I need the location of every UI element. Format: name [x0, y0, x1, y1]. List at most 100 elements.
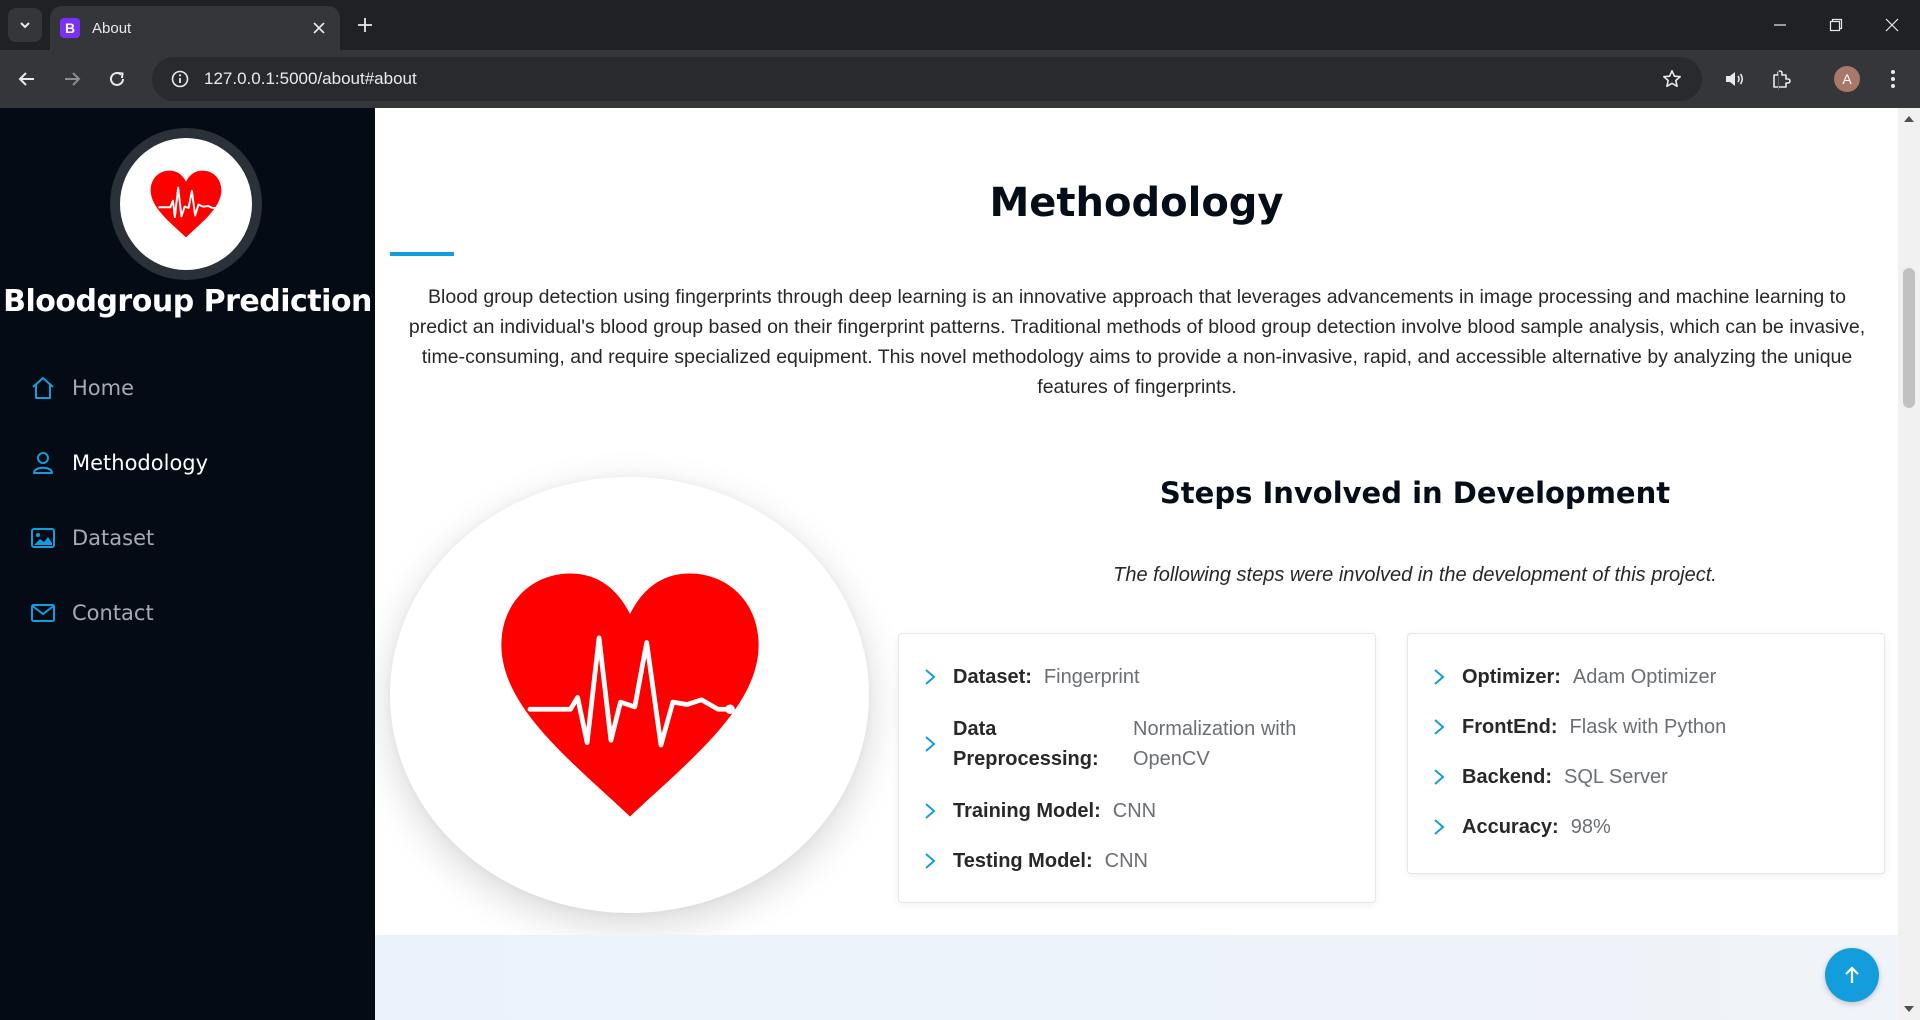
steps-card-left: Dataset: Fingerprint Data Preprocessing:…	[898, 633, 1376, 903]
close-icon	[313, 22, 325, 34]
item-key: Accuracy:	[1462, 816, 1559, 838]
tab-search-button[interactable]	[8, 8, 42, 42]
sidebar: Bloodgroup Prediction Home Methodology D…	[0, 108, 375, 1020]
chevron-down-icon	[20, 22, 30, 29]
arrow-left-icon	[18, 72, 34, 86]
house-icon	[28, 373, 58, 403]
list-item: Testing Model: CNN	[919, 836, 1355, 886]
list-item: Data Preprocessing: Normalization with O…	[919, 702, 1355, 786]
reload-button[interactable]	[100, 62, 134, 96]
chevron-right-icon	[919, 666, 941, 688]
item-value: Flask with Python	[1569, 716, 1727, 738]
close-tab-button[interactable]	[306, 15, 332, 41]
site-title[interactable]: Bloodgroup Prediction	[0, 284, 375, 319]
steps-subtitle: The following steps were involved in the…	[1113, 564, 1717, 586]
steps-title: Steps Involved in Development	[1159, 476, 1671, 510]
browser-toolbar: 127.0.0.1:5000/about#about A	[0, 50, 1920, 108]
sidebar-item-contact[interactable]: Contact	[28, 575, 208, 650]
close-window-button[interactable]	[1864, 0, 1920, 50]
item-key: Training Model:	[953, 800, 1101, 822]
item-value: Adam Optimizer	[1572, 666, 1717, 688]
intro-paragraph: Blood group detection using fingerprints…	[408, 286, 1866, 398]
minimize-button[interactable]	[1752, 0, 1808, 50]
list-item: Training Model: CNN	[919, 786, 1355, 836]
item-value: 98%	[1570, 816, 1611, 838]
item-value: Normalization with OpenCV	[1133, 718, 1297, 770]
images-icon	[28, 523, 58, 553]
list-item: Backend: SQL Server	[1428, 752, 1864, 802]
media-control-button[interactable]	[1716, 60, 1754, 98]
profile-button[interactable]: A	[1828, 60, 1866, 98]
sidebar-item-methodology[interactable]: Methodology	[28, 425, 208, 500]
window-controls	[1752, 0, 1920, 50]
sidebar-item-home[interactable]: Home	[28, 350, 208, 425]
sidebar-nav: Home Methodology Dataset Contact	[28, 350, 208, 650]
list-item: Accuracy: 98%	[1428, 802, 1864, 852]
list-item: FrontEnd: Flask with Python	[1428, 702, 1864, 752]
chevron-right-icon	[919, 850, 941, 872]
browser-menu-button[interactable]	[1874, 60, 1912, 98]
extensions-button[interactable]	[1762, 60, 1800, 98]
item-value: CNN	[1112, 800, 1157, 822]
scroll-down-arrow-icon[interactable]	[1904, 1006, 1914, 1012]
list-item: Optimizer: Adam Optimizer	[1428, 652, 1864, 702]
chevron-right-icon	[919, 800, 941, 822]
arrow-up-icon	[1845, 966, 1859, 983]
chevron-right-icon	[919, 733, 941, 755]
item-key: FrontEnd:	[1462, 716, 1558, 738]
minimize-icon	[1774, 24, 1786, 26]
heart-illustration	[390, 477, 869, 913]
sidebar-item-dataset[interactable]: Dataset	[28, 500, 208, 575]
restore-button[interactable]	[1808, 0, 1864, 50]
sidebar-item-label: Methodology	[72, 450, 209, 475]
main-content: Methodology Blood group detection using …	[375, 108, 1898, 1020]
puzzle-icon	[1773, 70, 1791, 88]
site-info-button[interactable]	[158, 57, 202, 101]
sidebar-item-label: Home	[72, 375, 135, 400]
browser-tab-strip: B About	[0, 0, 1920, 50]
scroll-up-arrow-icon[interactable]	[1904, 116, 1914, 122]
avatar: A	[1834, 66, 1860, 92]
list-item: Dataset: Fingerprint	[919, 652, 1355, 702]
browser-tab[interactable]: B About	[50, 6, 340, 50]
close-icon	[1885, 18, 1899, 32]
page-scrollbar[interactable]	[1898, 108, 1920, 1020]
section-title-underline	[390, 252, 454, 256]
plus-icon	[358, 18, 372, 32]
item-key: Optimizer:	[1462, 666, 1561, 688]
speaker-icon	[1726, 72, 1744, 86]
bookmark-button[interactable]	[1652, 59, 1692, 99]
steps-card-right: Optimizer: Adam Optimizer FrontEnd: Flas…	[1407, 633, 1885, 874]
restore-icon	[1829, 18, 1843, 32]
arrow-right-icon	[65, 72, 81, 86]
kebab-menu-icon	[1891, 70, 1895, 88]
info-icon	[171, 70, 189, 88]
item-value: SQL Server	[1564, 766, 1668, 788]
new-tab-button[interactable]	[350, 10, 380, 40]
chevron-right-icon	[1428, 816, 1450, 838]
bootstrap-favicon-icon: B	[60, 18, 80, 38]
sidebar-item-label: Contact	[72, 600, 154, 625]
item-value: Fingerprint	[1043, 666, 1140, 688]
item-key: Testing Model:	[953, 850, 1093, 872]
item-value: CNN	[1104, 850, 1148, 872]
chevron-right-icon	[1428, 716, 1450, 738]
next-section-background	[375, 935, 1898, 1020]
item-key: Dataset:	[953, 666, 1032, 688]
back-button[interactable]	[10, 62, 44, 96]
section-title: Methodology	[989, 180, 1284, 226]
address-bar[interactable]: 127.0.0.1:5000/about#about	[152, 57, 1702, 101]
back-to-top-button[interactable]	[1825, 948, 1879, 1002]
item-key: Data Preprocessing:	[953, 718, 1099, 770]
reload-icon	[110, 71, 124, 86]
star-icon	[1663, 70, 1681, 88]
tab-title: About	[92, 19, 132, 37]
item-key: Backend:	[1462, 766, 1553, 788]
toolbar-separator	[1778, 70, 1779, 90]
forward-button[interactable]	[55, 62, 89, 96]
scrollbar-thumb[interactable]	[1903, 268, 1915, 408]
chevron-right-icon	[1428, 766, 1450, 788]
url-text[interactable]: 127.0.0.1:5000/about#about	[204, 69, 1652, 89]
heart-pulse-icon	[500, 573, 759, 817]
heart-pulse-logo-icon	[150, 170, 222, 238]
